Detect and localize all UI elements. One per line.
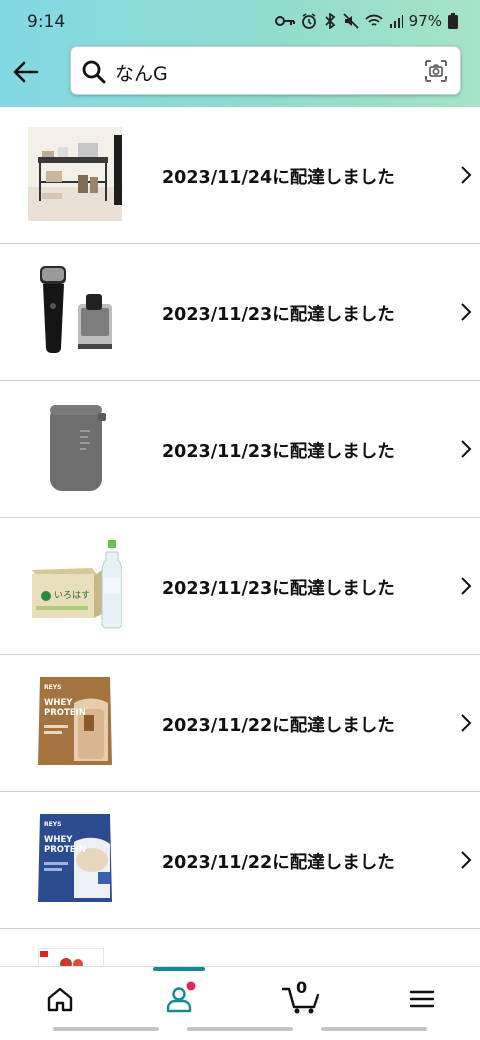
signal-icon	[389, 15, 403, 28]
cart-count: 0	[296, 978, 308, 997]
chevron-right-icon	[461, 303, 472, 321]
cart-button[interactable]: 0	[280, 977, 324, 1017]
search-query: なんG	[115, 63, 168, 85]
app-header: 9:14 97% なんG	[0, 0, 480, 107]
bluetooth-icon	[325, 13, 336, 29]
account-icon[interactable]	[159, 981, 199, 1017]
status-bar: 9:14 97%	[0, 0, 480, 44]
delivery-status: 2023/11/22に配達しました	[162, 853, 395, 873]
back-arrow-icon[interactable]	[10, 56, 42, 88]
search-icon	[82, 60, 106, 84]
order-row[interactable]: いろはす 2023/11/23に配達しました	[0, 518, 480, 655]
delivery-status: 2023/11/23に配達しました	[162, 579, 395, 599]
chevron-right-icon	[461, 440, 472, 458]
product-label: PROTEIN	[44, 708, 86, 718]
chevron-right-icon	[461, 577, 472, 595]
chevron-right-icon	[461, 166, 472, 184]
product-label: WHEY	[44, 835, 73, 845]
status-icons: 97%	[274, 12, 458, 30]
brand-label: いろはす	[54, 590, 90, 601]
gesture-bar	[187, 1027, 293, 1031]
product-thumbnail-shelf-rack	[28, 127, 122, 221]
delivery-status: 2023/11/22に配達しました	[162, 716, 395, 736]
order-row[interactable]: REYS WHEY PROTEIN 2023/11/22に配達しました	[0, 792, 480, 929]
product-thumbnail-whey-protein-milk-tea: REYS WHEY PROTEIN	[28, 812, 122, 906]
product-thumbnail-electric-shaver	[28, 264, 122, 358]
product-thumbnail-water-case: いろはす	[28, 538, 122, 632]
order-row[interactable]: REYS WHEY PROTEIN 2023/11/22に配達しました	[0, 655, 480, 792]
product-thumbnail-whey-protein-cafe: REYS WHEY PROTEIN	[28, 675, 122, 769]
brand-label: REYS	[44, 684, 61, 691]
chevron-right-icon	[461, 851, 472, 869]
mute-icon	[343, 13, 359, 29]
menu-icon[interactable]	[402, 981, 442, 1017]
vpn-key-icon	[274, 16, 295, 26]
alarm-icon	[301, 13, 316, 29]
product-label: WHEY	[44, 698, 73, 708]
product-thumbnail-humidifier	[28, 401, 122, 495]
home-icon[interactable]	[40, 981, 80, 1017]
delivery-status: 2023/11/23に配達しました	[162, 305, 395, 325]
search-input[interactable]: なんG	[70, 46, 461, 95]
chevron-right-icon	[461, 714, 472, 732]
order-list: 2023/11/24に配達しました 2023/11/23に配達しました 2023…	[0, 107, 480, 929]
gesture-bar	[53, 1027, 159, 1031]
delivery-status: 2023/11/24に配達しました	[162, 168, 395, 188]
gesture-bar	[321, 1027, 427, 1031]
order-row[interactable]: 2023/11/23に配達しました	[0, 244, 480, 381]
bottom-navigation: 0	[0, 966, 480, 1040]
product-label: PROTEIN	[44, 845, 86, 855]
status-time: 9:14	[27, 12, 66, 32]
order-row[interactable]: 2023/11/23に配達しました	[0, 381, 480, 518]
brand-label: REYS	[44, 821, 61, 828]
camera-search-icon[interactable]	[424, 59, 448, 83]
wifi-icon	[365, 14, 383, 26]
active-tab-indicator	[153, 967, 205, 971]
order-row[interactable]: 2023/11/24に配達しました	[0, 107, 480, 244]
battery-icon	[448, 13, 458, 29]
battery-percent: 97%	[408, 12, 442, 30]
delivery-status: 2023/11/23に配達しました	[162, 442, 395, 462]
order-row-partial[interactable]	[0, 930, 480, 970]
